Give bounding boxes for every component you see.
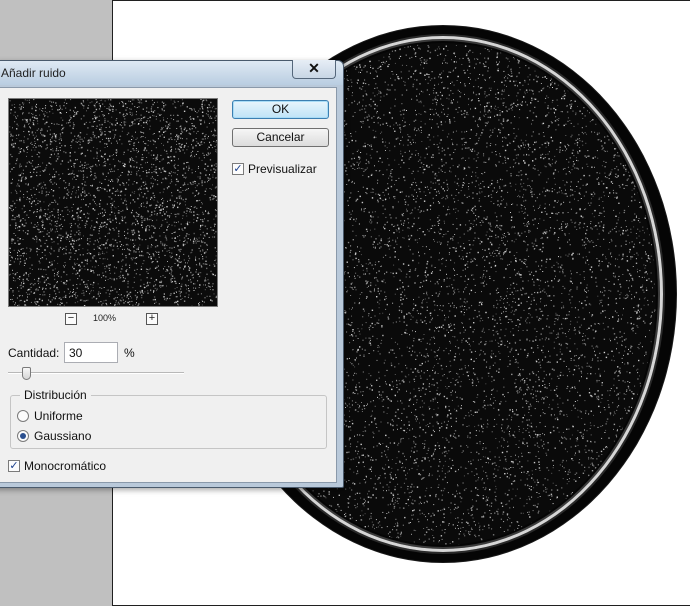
- amount-input[interactable]: [64, 342, 118, 363]
- radio-uniform[interactable]: [17, 410, 29, 422]
- preview-noise-image: [9, 99, 217, 306]
- amount-slider-track[interactable]: [8, 372, 184, 374]
- preview-label: Previsualizar: [248, 162, 317, 176]
- close-button[interactable]: ✕: [292, 60, 336, 79]
- ok-button[interactable]: OK: [232, 100, 329, 119]
- amount-label: Cantidad:: [8, 346, 60, 360]
- preview-checkbox[interactable]: ✓: [232, 163, 244, 175]
- close-icon: ✕: [308, 60, 320, 76]
- monochrome-checkbox[interactable]: ✓: [8, 460, 20, 472]
- amount-slider-thumb[interactable]: [22, 367, 31, 380]
- monochrome-label: Monocromático: [24, 459, 107, 473]
- cancel-button[interactable]: Cancelar: [232, 128, 329, 147]
- gaussian-label: Gaussiano: [34, 429, 92, 443]
- dialog-title: Añadir ruido: [1, 66, 66, 80]
- photoshop-workspace: Añadir ruido ✕ − 100% + OK Cancelar ✓ Pr…: [0, 0, 690, 606]
- dialog-titlebar[interactable]: Añadir ruido ✕: [0, 60, 343, 85]
- filter-preview[interactable]: [8, 98, 218, 307]
- checkmark-icon: ✓: [9, 460, 19, 472]
- amount-unit: %: [124, 346, 135, 360]
- preview-noise-pattern: [9, 99, 217, 306]
- zoom-in-button[interactable]: +: [146, 313, 158, 325]
- distribution-legend: Distribución: [20, 388, 91, 402]
- uniform-label: Uniforme: [34, 409, 83, 423]
- dialog-body: − 100% + OK Cancelar ✓ Previsualizar Can…: [0, 87, 337, 483]
- radio-gaussian[interactable]: [17, 430, 29, 442]
- zoom-out-button[interactable]: −: [65, 313, 77, 325]
- add-noise-dialog: Añadir ruido ✕ − 100% + OK Cancelar ✓ Pr…: [0, 60, 344, 488]
- minus-icon: −: [67, 312, 75, 324]
- zoom-level: 100%: [93, 313, 117, 323]
- plus-icon: +: [148, 312, 156, 324]
- checkmark-icon: ✓: [233, 163, 243, 175]
